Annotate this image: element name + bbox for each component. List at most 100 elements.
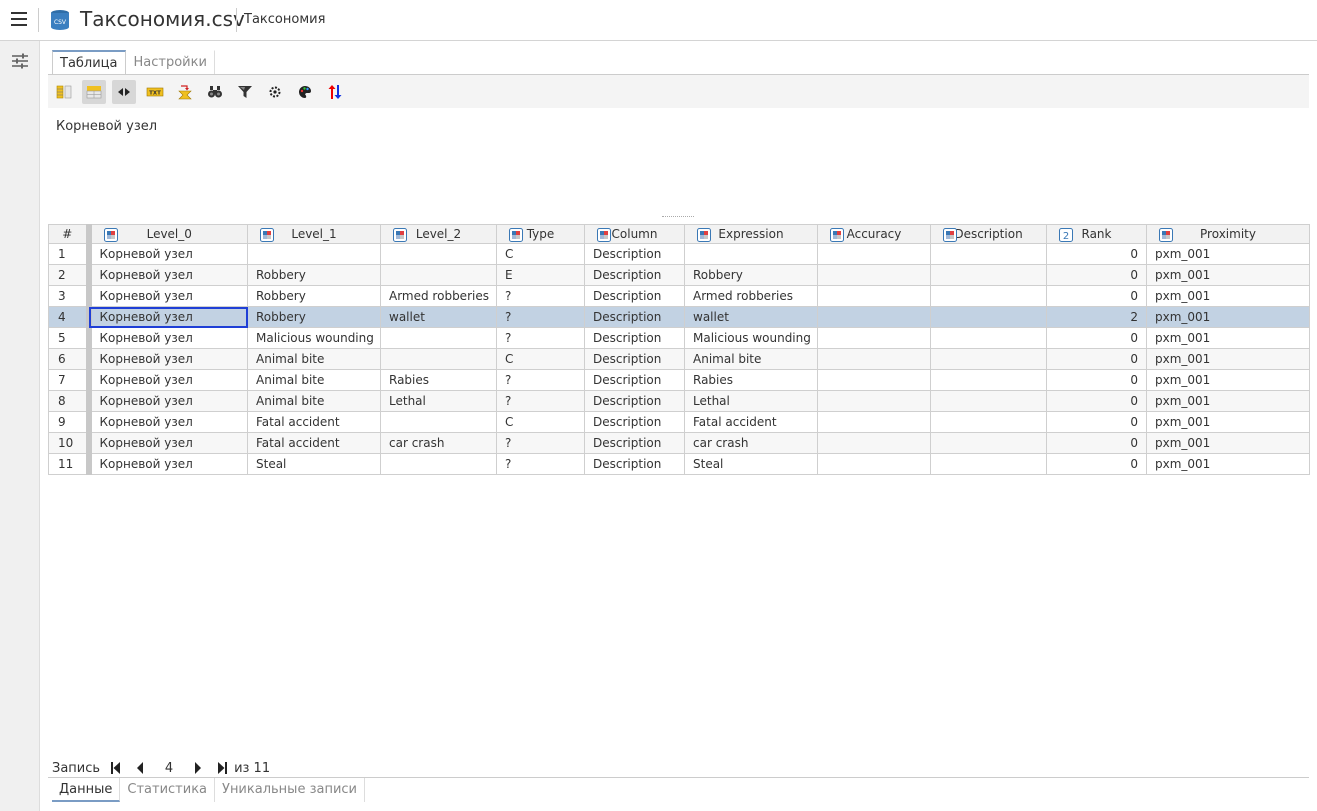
table-cell[interactable]: Robbery bbox=[684, 264, 818, 286]
table-cell[interactable]: 0 bbox=[1046, 348, 1147, 370]
table-cell[interactable]: wallet bbox=[684, 306, 818, 328]
table-cell[interactable]: Description bbox=[584, 390, 685, 412]
table-cell[interactable]: Корневой узел bbox=[88, 306, 248, 328]
table-row[interactable]: 10 Корневой узел Fatal accident car crash? D… bbox=[48, 432, 1310, 454]
table-cell[interactable]: Корневой узел bbox=[88, 411, 248, 433]
column-header-column[interactable]: Column bbox=[584, 224, 685, 244]
table-cell[interactable]: 0 bbox=[1046, 369, 1147, 391]
table-cell[interactable]: E bbox=[496, 264, 585, 286]
table-cell[interactable] bbox=[380, 411, 497, 433]
table-cell[interactable]: 0 bbox=[1046, 285, 1147, 307]
table-cell[interactable] bbox=[380, 264, 497, 286]
table-cell[interactable] bbox=[930, 432, 1047, 454]
sliders-icon[interactable] bbox=[11, 53, 29, 69]
table-cell[interactable]: Steal bbox=[684, 453, 818, 475]
table-cell[interactable]: pxm_001 bbox=[1146, 285, 1310, 307]
table-cell[interactable] bbox=[930, 411, 1047, 433]
table-cell[interactable]: Description bbox=[584, 348, 685, 370]
table-cell[interactable]: car crash bbox=[684, 432, 818, 454]
table-cell[interactable]: Rabies bbox=[684, 369, 818, 391]
table-cell[interactable]: pxm_001 bbox=[1146, 453, 1310, 475]
table-cell[interactable]: pxm_001 bbox=[1146, 432, 1310, 454]
table-cell[interactable]: pxm_001 bbox=[1146, 327, 1310, 349]
first-record-button[interactable] bbox=[110, 761, 122, 775]
table-cell[interactable]: wallet bbox=[380, 306, 497, 328]
table-cell[interactable]: Корневой узел bbox=[88, 432, 248, 454]
column-header-level-1[interactable]: Level_1 bbox=[247, 224, 381, 244]
filter-button[interactable] bbox=[233, 80, 257, 104]
table-cell[interactable]: Malicious wounding bbox=[684, 327, 818, 349]
table-cell[interactable]: ? bbox=[496, 369, 585, 391]
column-header-rownum[interactable]: # bbox=[48, 224, 92, 244]
table-cell[interactable] bbox=[817, 411, 931, 433]
table-cell[interactable]: Steal bbox=[247, 453, 381, 475]
table-cell[interactable]: pxm_001 bbox=[1146, 369, 1310, 391]
table-cell[interactable]: Корневой узел bbox=[88, 285, 248, 307]
tab-settings[interactable]: Настройки bbox=[126, 50, 215, 74]
excel-export-button[interactable] bbox=[173, 80, 197, 104]
table-cell[interactable]: Armed robberies bbox=[380, 285, 497, 307]
table-row[interactable]: 8 Корневой узел Animal bite Lethal? Descript… bbox=[48, 390, 1310, 412]
table-row[interactable]: 2 Корневой узел Robbery E Description Robbery… bbox=[48, 264, 1310, 286]
table-cell[interactable]: Lethal bbox=[684, 390, 818, 412]
table-cell[interactable] bbox=[817, 285, 931, 307]
table-cell[interactable]: Корневой узел bbox=[88, 369, 248, 391]
table-cell[interactable] bbox=[817, 369, 931, 391]
table-cell[interactable]: Description bbox=[584, 327, 685, 349]
table-cell[interactable] bbox=[817, 306, 931, 328]
column-header-description[interactable]: Description bbox=[930, 224, 1047, 244]
table-cell[interactable] bbox=[380, 243, 497, 265]
splitter-handle[interactable] bbox=[662, 216, 694, 220]
settings-button[interactable] bbox=[263, 80, 287, 104]
table-row[interactable]: 5 Корневой узел Malicious wounding? Descrip… bbox=[48, 327, 1310, 349]
column-header-level-0[interactable]: Level_0 bbox=[88, 224, 248, 244]
table-cell[interactable] bbox=[817, 453, 931, 475]
table-cell[interactable] bbox=[930, 306, 1047, 328]
table-row[interactable]: 1 Корневой узел C Description 0 pxm_001 bbox=[48, 243, 1310, 265]
find-button[interactable] bbox=[203, 80, 227, 104]
table-cell[interactable]: Description bbox=[584, 243, 685, 265]
table-row[interactable]: 4 Корневой узел Robbery wallet? Description w… bbox=[48, 306, 1310, 328]
table-cell[interactable]: Корневой узел bbox=[88, 264, 248, 286]
table-cell[interactable]: Malicious wounding bbox=[247, 327, 381, 349]
table-cell[interactable]: Корневой узел bbox=[88, 390, 248, 412]
table-cell[interactable] bbox=[930, 369, 1047, 391]
column-header-type[interactable]: Type bbox=[496, 224, 585, 244]
tab-unique-records[interactable]: Уникальные записи bbox=[215, 778, 365, 802]
table-cell[interactable]: 0 bbox=[1046, 264, 1147, 286]
table-cell[interactable]: C bbox=[496, 348, 585, 370]
sort-button[interactable] bbox=[323, 80, 347, 104]
table-cell[interactable] bbox=[930, 453, 1047, 475]
table-cell[interactable]: Fatal accident bbox=[684, 411, 818, 433]
table-cell[interactable]: 0 bbox=[1046, 432, 1147, 454]
table-cell[interactable]: Animal bite bbox=[684, 348, 818, 370]
table-cell[interactable]: Description bbox=[584, 285, 685, 307]
menu-icon[interactable] bbox=[11, 12, 27, 26]
table-cell[interactable]: 0 bbox=[1046, 390, 1147, 412]
table-cell[interactable] bbox=[930, 264, 1047, 286]
table-cell[interactable]: Description bbox=[584, 369, 685, 391]
table-cell[interactable]: C bbox=[496, 411, 585, 433]
table-header-button[interactable] bbox=[82, 80, 106, 104]
current-record[interactable]: 4 bbox=[156, 761, 182, 776]
table-cell[interactable]: Robbery bbox=[247, 306, 381, 328]
table-cell[interactable] bbox=[380, 327, 497, 349]
table-cell[interactable]: ? bbox=[496, 285, 585, 307]
table-cell[interactable]: pxm_001 bbox=[1146, 348, 1310, 370]
tab-table[interactable]: Таблица bbox=[52, 50, 126, 74]
table-cell[interactable]: Animal bite bbox=[247, 390, 381, 412]
table-cell[interactable]: Rabies bbox=[380, 369, 497, 391]
table-cell[interactable] bbox=[817, 432, 931, 454]
table-cell[interactable] bbox=[817, 327, 931, 349]
table-cell[interactable]: Lethal bbox=[380, 390, 497, 412]
table-cell[interactable]: pxm_001 bbox=[1146, 390, 1310, 412]
table-row[interactable]: 6 Корневой узел Animal bite C Description Ani… bbox=[48, 348, 1310, 370]
prev-record-button[interactable] bbox=[134, 761, 146, 775]
table-cell[interactable] bbox=[930, 327, 1047, 349]
table-cell[interactable]: 0 bbox=[1046, 243, 1147, 265]
table-cell[interactable] bbox=[930, 285, 1047, 307]
table-cell[interactable]: ? bbox=[496, 327, 585, 349]
table-cell[interactable]: 0 bbox=[1046, 411, 1147, 433]
table-cell[interactable]: Armed robberies bbox=[684, 285, 818, 307]
table-cell[interactable]: Корневой узел bbox=[88, 327, 248, 349]
